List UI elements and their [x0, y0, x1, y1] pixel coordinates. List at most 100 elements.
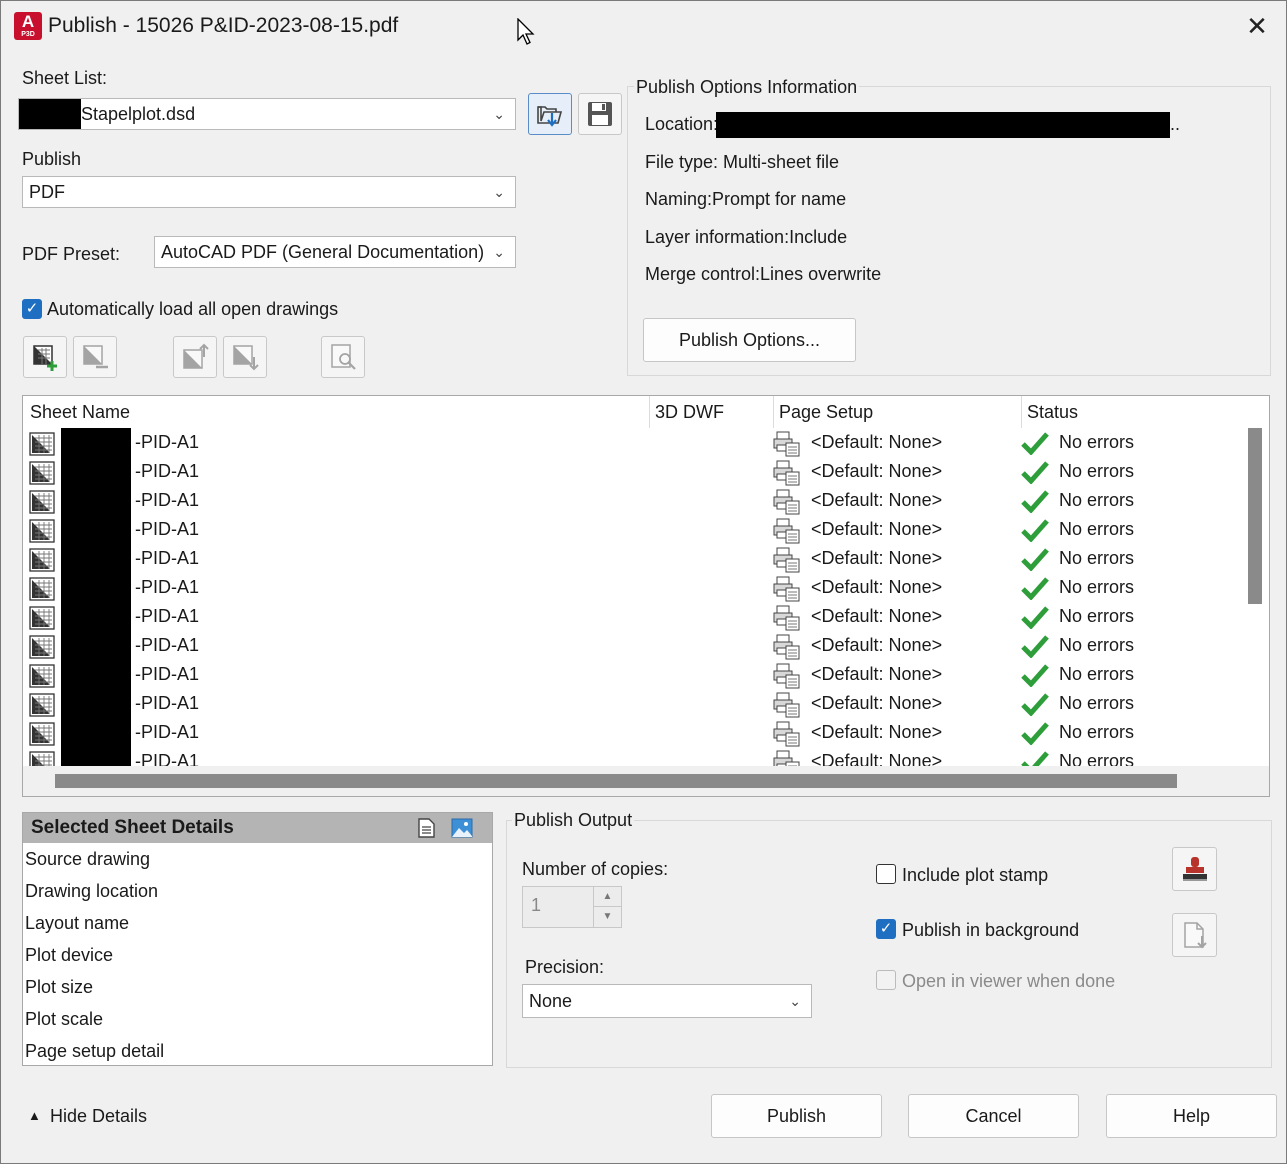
redacted-location — [716, 112, 1170, 138]
checkmark-icon — [1021, 460, 1049, 485]
checkmark-icon — [1021, 576, 1049, 601]
include-plot-stamp-checkbox[interactable] — [876, 864, 896, 884]
detail-plot-device: Plot device — [25, 945, 114, 965]
sheet-list-value: Stapelplot.dsd — [81, 104, 196, 124]
precision-value: None — [529, 991, 573, 1011]
move-sheet-down-button[interactable] — [223, 336, 267, 378]
redacted-block — [61, 718, 131, 747]
page-setup-cell[interactable]: <Default: None> — [811, 428, 942, 457]
table-row[interactable]: -PID-A1 <Default: None> No errors — [23, 515, 1239, 544]
page-setup-cell[interactable]: <Default: None> — [811, 457, 942, 486]
column-header-sheet-name[interactable]: Sheet Name — [30, 396, 130, 428]
details-preview-image-icon[interactable] — [450, 816, 474, 840]
copies-spinner[interactable]: 1 ▲ ▼ — [522, 886, 622, 928]
publish-in-background-checkbox[interactable]: ✓ — [876, 919, 896, 939]
pdf-preset-value: AutoCAD PDF (General Documentation) — [161, 242, 485, 262]
plot-stamp-settings-button[interactable] — [1172, 847, 1217, 891]
file-type-info: File type: Multi-sheet file — [645, 152, 840, 172]
table-row[interactable]: -PID-A1 <Default: None> No errors — [23, 573, 1239, 602]
auto-load-checkbox[interactable]: ✓ — [22, 299, 42, 319]
page-setup-cell[interactable]: <Default: None> — [811, 718, 942, 747]
save-sheet-list-button[interactable] — [578, 93, 622, 135]
vertical-scrollbar[interactable] — [1241, 396, 1269, 766]
checkmark-icon — [1021, 721, 1049, 746]
sheet-list-combo[interactable]: Stapelplot.dsd ⌄ — [18, 98, 516, 130]
page-setup-cell[interactable]: <Default: None> — [811, 660, 942, 689]
column-header-page-setup[interactable]: Page Setup — [779, 396, 873, 428]
hide-details-link[interactable]: Hide Details — [50, 1106, 147, 1127]
page-setup-cell[interactable]: <Default: None> — [811, 486, 942, 515]
cancel-button[interactable]: Cancel — [908, 1094, 1079, 1138]
folder-load-icon — [537, 106, 563, 127]
close-button[interactable]: ✕ — [1238, 8, 1276, 44]
remove-sheets-button[interactable] — [73, 336, 117, 378]
publish-options-button[interactable]: Publish Options... — [643, 318, 856, 362]
page-setup-cell[interactable]: <Default: None> — [811, 573, 942, 602]
load-sheet-list-button[interactable] — [528, 93, 572, 135]
sheet-icon — [29, 693, 55, 717]
copies-value: 1 — [531, 895, 542, 915]
table-row[interactable]: -PID-A1 <Default: None> No errors — [23, 602, 1239, 631]
help-button[interactable]: Help — [1106, 1094, 1277, 1138]
table-row[interactable]: -PID-A1 <Default: None> No errors — [23, 544, 1239, 573]
sheet-name-cell: -PID-A1 — [135, 577, 200, 597]
page-setup-printer-icon — [773, 460, 801, 486]
sheet-name-cell: -PID-A1 — [135, 606, 200, 626]
table-row[interactable]: -PID-A1 <Default: None> No errors — [23, 718, 1239, 747]
pdf-preset-combo[interactable]: AutoCAD PDF (General Documentation) ⌄ — [154, 236, 516, 268]
chevron-down-icon: ⌄ — [789, 993, 801, 1009]
spin-up-icon[interactable]: ▲ — [594, 887, 621, 907]
sheet-icon — [29, 548, 55, 572]
precision-label: Precision: — [525, 957, 605, 977]
status-cell: No errors — [1059, 635, 1135, 655]
naming-info: Naming:Prompt for name — [645, 189, 847, 209]
vertical-scroll-thumb[interactable] — [1248, 428, 1262, 604]
document-download-icon — [1183, 922, 1207, 949]
preview-button[interactable] — [321, 336, 365, 378]
publish-button[interactable]: Publish — [711, 1094, 882, 1138]
publish-to-label: Publish — [22, 149, 82, 169]
collapse-details-icon[interactable]: ▲ — [28, 1108, 41, 1123]
details-text-view-icon[interactable] — [416, 817, 438, 839]
column-header-3d-dwf[interactable]: 3D DWF — [655, 396, 724, 428]
include-plot-stamp-label: Include plot stamp — [902, 865, 1049, 885]
table-row[interactable]: -PID-A1 <Default: None> No errors — [23, 428, 1239, 457]
sheet-icon — [29, 577, 55, 601]
page-setup-cell[interactable]: <Default: None> — [811, 544, 942, 573]
redacted-block — [61, 660, 131, 689]
sheet-name-cell: -PID-A1 — [135, 519, 200, 539]
add-sheets-button[interactable] — [23, 336, 67, 378]
precision-combo[interactable]: None ⌄ — [522, 984, 812, 1018]
page-setup-cell[interactable]: <Default: None> — [811, 602, 942, 631]
move-sheet-up-button[interactable] — [173, 336, 217, 378]
page-setup-printer-icon — [773, 547, 801, 573]
status-cell: No errors — [1059, 490, 1135, 510]
remove-sheet-icon — [83, 345, 108, 369]
sheet-icon — [29, 490, 55, 514]
sheet-name-cell: -PID-A1 — [135, 432, 200, 452]
page-setup-cell[interactable]: <Default: None> — [811, 515, 942, 544]
publish-options-info-title: Publish Options Information — [634, 77, 860, 98]
page-setup-cell[interactable]: <Default: None> — [811, 631, 942, 660]
sheet-icon — [29, 519, 55, 543]
table-row[interactable]: -PID-A1 <Default: None> No errors — [23, 631, 1239, 660]
table-row[interactable]: -PID-A1 <Default: None> No errors — [23, 457, 1239, 486]
column-header-status[interactable]: Status — [1027, 396, 1078, 428]
page-setup-printer-icon — [773, 692, 801, 718]
horizontal-scroll-thumb[interactable] — [55, 774, 1177, 788]
table-row[interactable]: -PID-A1 <Default: None> No errors — [23, 689, 1239, 718]
redacted-block — [61, 457, 131, 486]
sheet-list-table[interactable]: Sheet Name 3D DWF Page Setup Status -PID… — [22, 395, 1270, 797]
table-row[interactable]: -PID-A1 <Default: None> No errors — [23, 660, 1239, 689]
page-setup-cell[interactable]: <Default: None> — [811, 689, 942, 718]
horizontal-scrollbar[interactable] — [23, 766, 1269, 796]
chevron-down-icon: ⌄ — [487, 237, 505, 267]
open-in-viewer-checkbox[interactable] — [876, 970, 896, 990]
background-publish-details-button[interactable] — [1172, 913, 1217, 957]
publish-to-combo[interactable]: PDF ⌄ — [22, 176, 516, 208]
auto-load-label: Automatically load all open drawings — [47, 299, 339, 319]
layer-info: Layer information:Include — [645, 227, 848, 247]
table-row[interactable]: -PID-A1 <Default: None> No errors — [23, 486, 1239, 515]
chevron-down-icon: ⌄ — [493, 184, 505, 200]
spin-down-icon[interactable]: ▼ — [594, 907, 621, 927]
